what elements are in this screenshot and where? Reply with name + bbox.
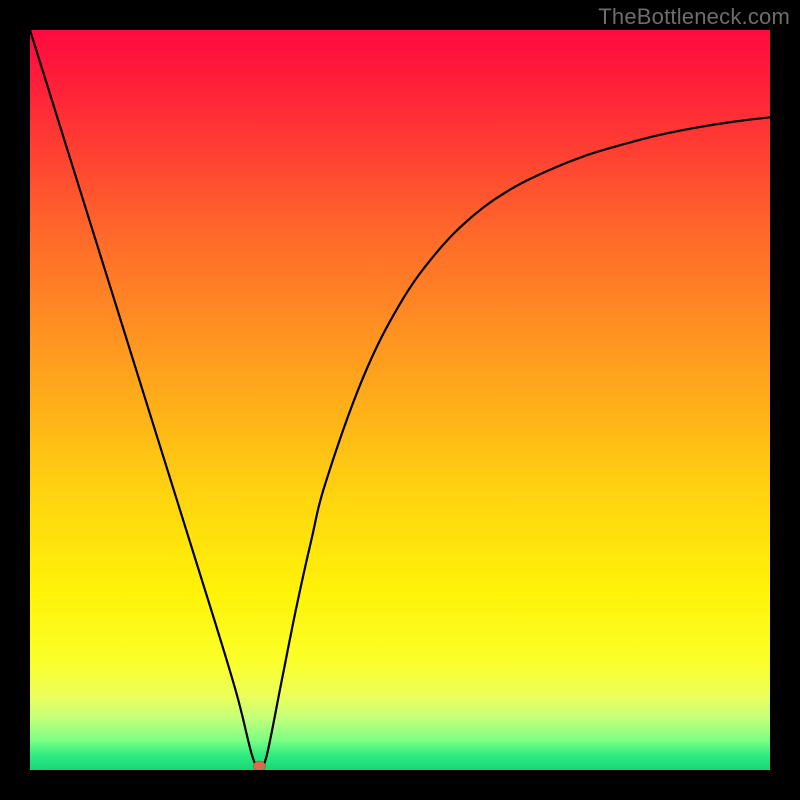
watermark-text: TheBottleneck.com [598, 4, 790, 30]
chart-frame: TheBottleneck.com [0, 0, 800, 800]
curve-layer [30, 30, 770, 770]
bottleneck-curve [30, 30, 770, 770]
minimum-marker-icon [253, 761, 265, 770]
plot-area [30, 30, 770, 770]
